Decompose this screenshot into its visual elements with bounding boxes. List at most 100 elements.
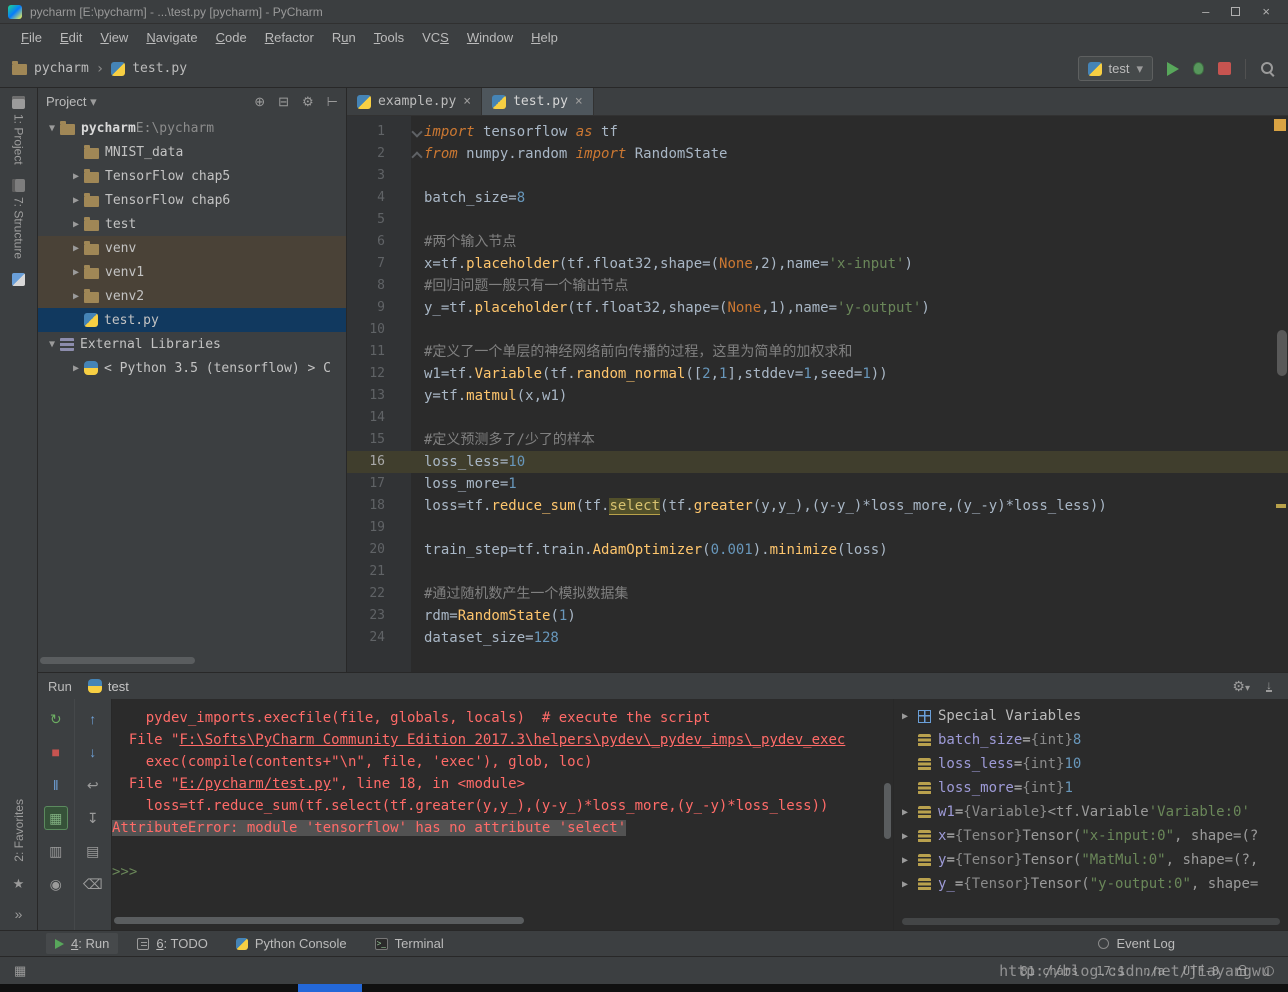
close-tab-icon[interactable] (575, 94, 583, 109)
tree-item-tensorflow-chap6[interactable]: ▶TensorFlow chap6 (38, 188, 346, 212)
line-number[interactable]: 19 (347, 517, 411, 539)
line-number[interactable]: 4 (347, 187, 411, 209)
gear-icon[interactable] (1232, 678, 1250, 695)
line-number[interactable]: 22 (347, 583, 411, 605)
tree-item-venv1[interactable]: ▶venv1 (38, 260, 346, 284)
hide-panel-icon[interactable] (1266, 680, 1272, 692)
line-number[interactable]: 2 (347, 143, 411, 165)
line-number[interactable]: 1 (347, 121, 411, 143)
taskbar-active-app[interactable] (298, 984, 362, 992)
menu-item-edit[interactable]: Edit (51, 27, 91, 48)
editor-tab-example-py[interactable]: example.py (347, 88, 482, 115)
line-number[interactable]: 23 (347, 605, 411, 627)
line-number[interactable]: 5 (347, 209, 411, 231)
tool-window-tab-6-todo[interactable]: 6: TODO (128, 933, 217, 954)
variable-row-special-variables[interactable]: ▶Special Variables (894, 704, 1288, 728)
line-number[interactable]: 8 (347, 275, 411, 297)
menu-item-run[interactable]: Run (323, 27, 365, 48)
tree-item-test[interactable]: ▶test (38, 212, 346, 236)
variable-row-batch-size[interactable]: batch_size = {int} 8 (894, 728, 1288, 752)
stop-icon[interactable]: ■ (44, 740, 68, 764)
menu-item-vcs[interactable]: VCS (413, 27, 458, 48)
stripe-tab-favorites[interactable]: 2: Favorites (12, 799, 26, 862)
console-vertical-scrollbar[interactable] (884, 783, 891, 839)
line-number[interactable]: 24 (347, 627, 411, 649)
menu-item-help[interactable]: Help (522, 27, 567, 48)
run-console[interactable]: pydev_imports.execfile(file, globals, lo… (112, 699, 893, 930)
menu-item-window[interactable]: Window (458, 27, 522, 48)
menu-item-navigate[interactable]: Navigate (137, 27, 206, 48)
tree-item-test-py[interactable]: test.py (38, 308, 346, 332)
locate-file-icon[interactable]: ⊕ (254, 94, 265, 110)
tree-item-tensorflow-chap5[interactable]: ▶TensorFlow chap5 (38, 164, 346, 188)
project-view-select[interactable]: Project (46, 94, 97, 110)
variable-row-w1[interactable]: ▶w1 = {Variable} <tf.Variable 'Variable:… (894, 800, 1288, 824)
stack-trace-link[interactable]: F:\Softs\PyCharm Community Edition 2017.… (179, 732, 845, 748)
clear-all-icon[interactable]: ⌫ (81, 872, 105, 896)
line-number[interactable]: 3 (347, 165, 411, 187)
stripe-tab-1-project[interactable]: 1: Project (12, 96, 26, 165)
line-number[interactable]: 16 (347, 451, 411, 473)
line-number[interactable]: 17 (347, 473, 411, 495)
tool-window-switcher-icon[interactable] (14, 963, 26, 979)
menu-item-tools[interactable]: Tools (365, 27, 413, 48)
tree-item-external-libraries[interactable]: ▼External Libraries (38, 332, 346, 356)
console-horizontal-scrollbar[interactable] (114, 917, 524, 924)
debug-button[interactable] (1193, 62, 1204, 75)
soft-wrap-icon[interactable]: ↩ (81, 773, 105, 797)
tree-item-mnist-data[interactable]: MNIST_data (38, 140, 346, 164)
search-everywhere-icon[interactable] (1260, 61, 1276, 77)
stack-trace-link[interactable]: E:/pycharm/test.py (179, 776, 331, 792)
status-item-17-1[interactable]: 17:1 (1096, 964, 1125, 978)
more-tool-windows-icon[interactable] (15, 906, 23, 922)
line-number[interactable]: 21 (347, 561, 411, 583)
variable-row-y[interactable]: ▶y_ = {Tensor} Tensor("y-output:0", shap… (894, 872, 1288, 896)
menu-item-file[interactable]: File (12, 27, 51, 48)
expand-icon[interactable]: ▶ (902, 831, 918, 842)
tree-item-venv2[interactable]: ▶venv2 (38, 284, 346, 308)
stripe-tab-7-structure[interactable]: 7: Structure (12, 179, 26, 259)
project-horizontal-scrollbar[interactable] (40, 657, 195, 664)
collapse-all-icon[interactable]: ⊟ (278, 94, 289, 110)
console-layout-icon[interactable]: ▥ (44, 839, 68, 863)
tool-window-tab-python-console[interactable]: Python Console (227, 933, 356, 954)
tree-expand-icon[interactable]: ▶ (68, 267, 84, 278)
variable-row-y[interactable]: ▶y = {Tensor} Tensor("MatMul:0", shape=(… (894, 848, 1288, 872)
tree-expand-icon[interactable]: ▶ (68, 243, 84, 254)
tool-window-tab-terminal[interactable]: Terminal (366, 933, 453, 954)
error-stripe-mark[interactable] (1276, 504, 1286, 508)
breadcrumb-file[interactable]: test.py (132, 61, 187, 76)
heap-indicator-icon[interactable] (1264, 966, 1274, 976)
variables-panel[interactable]: ▶Special Variablesbatch_size = {int} 8 lo… (893, 699, 1288, 930)
status-item-81-chars[interactable]: 81 chars (1020, 964, 1078, 978)
breadcrumb-project[interactable]: pycharm (34, 61, 89, 76)
tree-item-pycharm[interactable]: ▼pycharm E:\pycharm (38, 116, 346, 140)
tree-expand-icon[interactable]: ▶ (68, 219, 84, 230)
tree-expand-icon[interactable]: ▼ (44, 339, 60, 350)
rerun-icon[interactable]: ↻ (44, 707, 68, 731)
tree-item-python-3-5-tensorflow-c[interactable]: ▶< Python 3.5 (tensorflow) > C (38, 356, 346, 380)
expand-icon[interactable]: ▶ (902, 879, 918, 890)
menu-item-refactor[interactable]: Refactor (256, 27, 323, 48)
maximize-button[interactable] (1231, 7, 1240, 16)
line-number[interactable]: 15 (347, 429, 411, 451)
minimize-button[interactable]: – (1202, 5, 1209, 18)
down-stack-trace-icon[interactable]: ↓ (81, 740, 105, 764)
line-number[interactable]: 6 (347, 231, 411, 253)
line-number[interactable]: 12 (347, 363, 411, 385)
line-number[interactable]: 11 (347, 341, 411, 363)
tree-expand-icon[interactable]: ▶ (68, 363, 84, 374)
line-number[interactable]: 18 (347, 495, 411, 517)
variable-row-loss-more[interactable]: loss_more = {int} 1 (894, 776, 1288, 800)
up-stack-trace-icon[interactable]: ↑ (81, 707, 105, 731)
editor-scrollbar[interactable] (1277, 330, 1287, 376)
line-number[interactable]: 10 (347, 319, 411, 341)
pin-tab-icon[interactable]: ◉ (44, 872, 68, 896)
close-button[interactable]: × (1262, 5, 1270, 18)
fold-region-icon[interactable] (411, 143, 424, 165)
fold-region-icon[interactable] (411, 121, 424, 143)
tree-item-venv[interactable]: ▶venv (38, 236, 346, 260)
menu-item-view[interactable]: View (91, 27, 137, 48)
line-number[interactable]: 13 (347, 385, 411, 407)
status-item-n-a[interactable]: n/a (1143, 964, 1165, 978)
